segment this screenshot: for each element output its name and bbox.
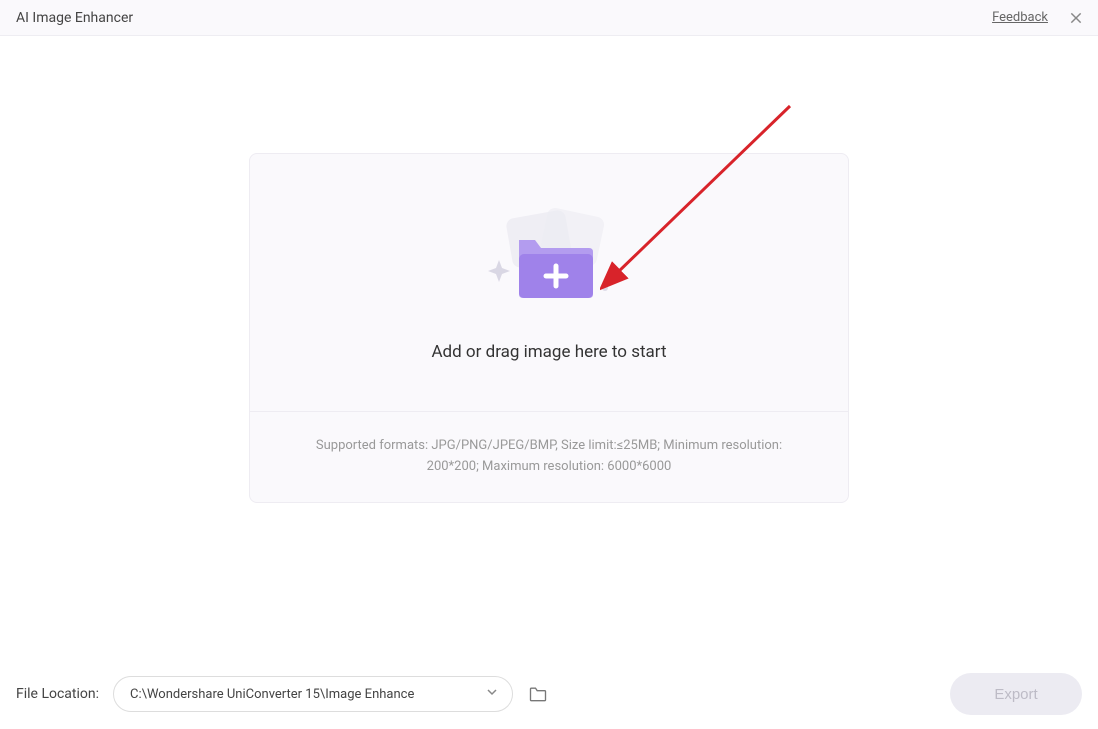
file-location-label: File Location: <box>16 686 99 702</box>
title-bar: AI Image Enhancer Feedback <box>0 0 1098 36</box>
app-title: AI Image Enhancer <box>16 10 133 26</box>
main-content: Add or drag image here to start Supporte… <box>0 36 1098 659</box>
dropzone-info-text: Supported formats: JPG/PNG/JPEG/BMP, Siz… <box>250 411 848 502</box>
close-button[interactable] <box>1066 8 1086 28</box>
add-folder-icon <box>469 202 629 312</box>
feedback-link[interactable]: Feedback <box>992 10 1048 25</box>
dropzone-click-area[interactable]: Add or drag image here to start <box>250 154 848 411</box>
header-actions: Feedback <box>992 8 1086 28</box>
export-button[interactable]: Export <box>950 673 1082 715</box>
image-dropzone: Add or drag image here to start Supporte… <box>249 153 849 503</box>
chevron-down-icon <box>486 686 498 702</box>
dropzone-main-text: Add or drag image here to start <box>431 342 666 362</box>
file-path-dropdown[interactable]: C:\Wondershare UniConverter 15\Image Enh… <box>113 676 513 712</box>
file-path-value: C:\Wondershare UniConverter 15\Image Enh… <box>130 687 414 702</box>
close-icon <box>1068 10 1084 26</box>
footer-bar: File Location: C:\Wondershare UniConvert… <box>0 659 1098 729</box>
browse-folder-button[interactable] <box>527 683 549 705</box>
folder-icon <box>528 684 548 704</box>
